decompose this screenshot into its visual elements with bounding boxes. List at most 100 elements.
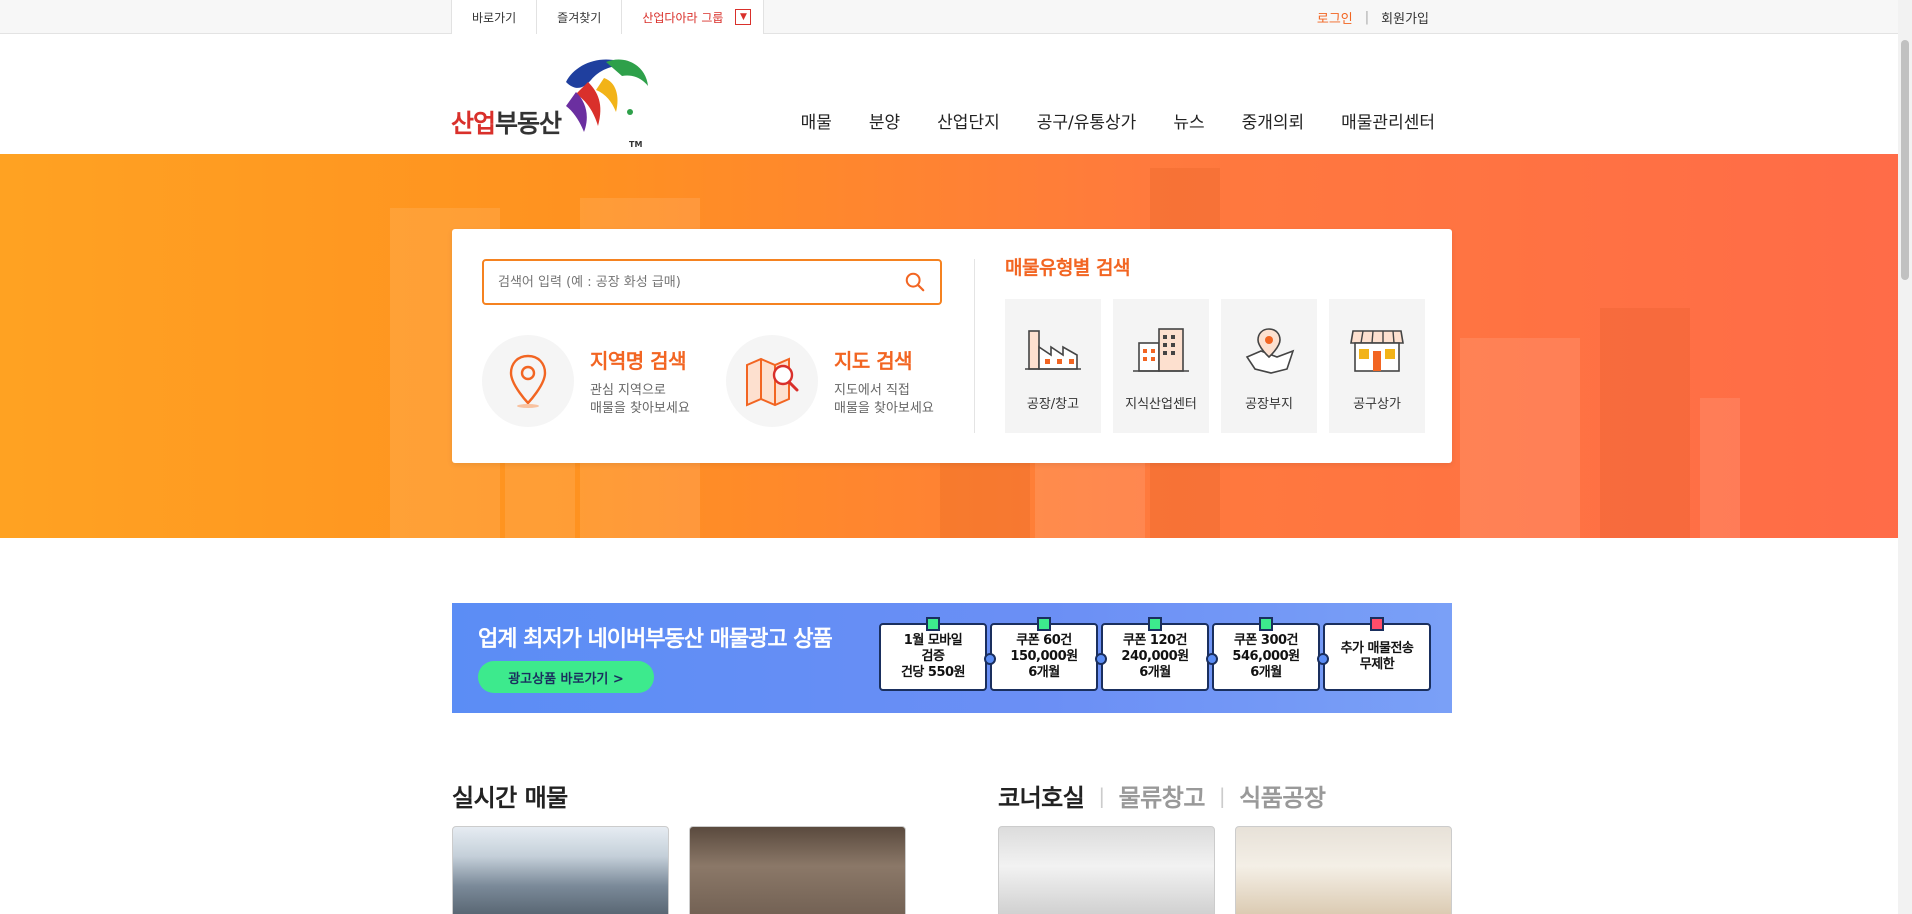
topbar-left-menu: 바로가기 즐겨찾기 산업다아라 그룹 ▼ xyxy=(451,0,765,34)
shortcut-label: 바로가기 xyxy=(472,10,517,25)
coupon-card: 추가 매물전송 무제한 xyxy=(1317,617,1431,691)
logo-emblem-icon xyxy=(566,59,648,132)
featured-tabs: 코너호실 | 물류창고 | 식품공장 xyxy=(998,778,1326,813)
hero-building xyxy=(1460,338,1580,538)
banner-title: 업계 최저가 네이버부동산 매물광고 상품 xyxy=(478,627,833,652)
logo-text-dark: 부동산 xyxy=(495,109,562,138)
type-search-list: 공장/창고 지식산업센터 공장부지 공구상가 xyxy=(1005,299,1425,433)
region-search-text: 지역명 검색 관심 지역으로 매물을 찾아보세요 xyxy=(590,345,690,418)
coupon-text: 쿠폰 120건 240,000원 6개월 xyxy=(1121,633,1189,680)
flag-icon xyxy=(1259,617,1273,631)
nav-item-listing-center[interactable]: 매물관리센터 xyxy=(1341,108,1435,133)
location-pin-icon xyxy=(509,354,547,408)
coupon-card: 쿠폰 60건 150,000원 6개월 xyxy=(984,617,1098,691)
ad-banner[interactable]: 업계 최저가 네이버부동산 매물광고 상품 광고상품 바로가기 > 1월 모바일… xyxy=(452,603,1452,713)
type-factory-label: 공장/창고 xyxy=(1026,397,1080,412)
coupon-text: 쿠폰 60건 150,000원 6개월 xyxy=(1010,633,1078,680)
map-search-desc: 지도에서 직접 xyxy=(834,382,910,398)
topbar-account-menu: 로그인 | 회원가입 xyxy=(1317,0,1429,34)
nav-item-listings[interactable]: 매물 xyxy=(801,108,832,133)
type-knowledge-industry-center[interactable]: 지식산업센터 xyxy=(1113,299,1209,433)
chevron-down-icon[interactable]: ▼ xyxy=(735,9,752,25)
tab-separator: | xyxy=(1098,783,1105,808)
land-pin-icon xyxy=(1245,328,1295,374)
flag-icon xyxy=(1370,617,1384,631)
coupon-text: 추가 매물전송 무제한 xyxy=(1340,641,1414,672)
map-search-title: 지도 검색 xyxy=(834,348,913,373)
logo-text: 산업부동산 xyxy=(451,104,562,140)
type-factory-warehouse[interactable]: 공장/창고 xyxy=(1005,299,1101,433)
search-box xyxy=(482,259,942,305)
card-divider xyxy=(974,259,975,433)
topbar-separator: | xyxy=(1364,9,1370,25)
connector-dot xyxy=(1317,653,1329,665)
scrollbar-thumb[interactable] xyxy=(1901,40,1909,280)
office-building-icon xyxy=(1133,328,1189,372)
group-dropdown[interactable]: 산업다아라 그룹 ▼ xyxy=(621,0,765,34)
flag-icon xyxy=(1037,617,1051,631)
factory-icon xyxy=(1025,330,1081,370)
search-icon[interactable] xyxy=(904,271,926,293)
tab-food-factory[interactable]: 식품공장 xyxy=(1239,778,1326,813)
hero-building xyxy=(1700,398,1740,538)
coupon-text: 1월 모바일 검증 건당 550원 xyxy=(900,633,966,680)
coupon-text: 쿠폰 300건 546,000원 6개월 xyxy=(1232,633,1300,680)
coupon-list: 1월 모바일 검증 건당 550원 쿠폰 60건 150,000원 6개월 쿠폰… xyxy=(879,617,1431,691)
type-factory-site-label: 공장부지 xyxy=(1245,397,1293,412)
tab-separator: | xyxy=(1218,783,1226,808)
search-card: 지역명 검색 관심 지역으로 매물을 찾아보세요 지도 검색 지도에서 직접 매… xyxy=(452,229,1452,463)
map-search-text: 지도 검색 지도에서 직접 매물을 찾아보세요 xyxy=(834,345,934,418)
map-search-circle xyxy=(726,335,818,427)
nav-item-news[interactable]: 뉴스 xyxy=(1173,108,1204,133)
coupon-card: 쿠폰 120건 240,000원 6개월 xyxy=(1095,617,1209,691)
region-search-title: 지역명 검색 xyxy=(590,348,686,373)
hero-building xyxy=(1600,308,1690,538)
connector-dot xyxy=(1095,653,1107,665)
listing-thumbnail[interactable] xyxy=(1235,826,1452,914)
login-link[interactable]: 로그인 xyxy=(1317,8,1353,27)
type-search-title: 매물유형별 검색 xyxy=(1005,257,1130,279)
region-search-desc: 매물을 찾아보세요 xyxy=(590,400,690,416)
shortcut-link[interactable]: 바로가기 xyxy=(451,0,537,34)
connector-dot xyxy=(1206,653,1218,665)
site-header: 산업부동산 TM 매물 분양 산업단지 공구/유통상가 뉴스 중개의뢰 매물관리… xyxy=(0,34,1912,154)
listing-thumbnail[interactable] xyxy=(998,826,1215,914)
nav-item-tool-mall[interactable]: 공구/유통상가 xyxy=(1037,108,1137,133)
site-logo[interactable]: 산업부동산 TM xyxy=(451,52,661,152)
nav-item-brokerage-request[interactable]: 중개의뢰 xyxy=(1242,108,1305,133)
coupon-card: 쿠폰 300건 546,000원 6개월 xyxy=(1206,617,1320,691)
coupon-card: 1월 모바일 검증 건당 550원 xyxy=(879,617,987,691)
type-tool-shop[interactable]: 공구상가 xyxy=(1329,299,1425,433)
map-search-button[interactable]: 지도 검색 지도에서 직접 매물을 찾아보세요 xyxy=(726,335,934,427)
banner-cta-button[interactable]: 광고상품 바로가기 > xyxy=(478,661,654,693)
storefront-icon xyxy=(1350,330,1404,372)
flag-icon xyxy=(1148,617,1162,631)
signup-link[interactable]: 회원가입 xyxy=(1381,8,1429,27)
tab-corner-unit[interactable]: 코너호실 xyxy=(998,778,1085,813)
type-factory-site[interactable]: 공장부지 xyxy=(1221,299,1317,433)
region-search-button[interactable]: 지역명 검색 관심 지역으로 매물을 찾아보세요 xyxy=(482,335,690,427)
bookmark-link[interactable]: 즐겨찾기 xyxy=(536,0,622,34)
page-scrollbar[interactable] xyxy=(1898,0,1912,914)
tab-logistics-warehouse[interactable]: 물류창고 xyxy=(1119,778,1206,813)
flag-icon xyxy=(926,617,940,631)
group-dropdown-label: 산업다아라 그룹 xyxy=(642,10,724,25)
logo-text-red: 산업 xyxy=(451,109,496,138)
type-knowledge-center-label: 지식산업센터 xyxy=(1125,397,1197,412)
search-input[interactable] xyxy=(498,274,904,290)
listing-thumbnail[interactable] xyxy=(452,826,669,914)
realtime-listings-title: 실시간 매물 xyxy=(452,784,568,812)
connector-dot xyxy=(984,653,996,665)
logo-trademark: TM xyxy=(629,140,643,149)
top-utility-bar: 바로가기 즐겨찾기 산업다아라 그룹 ▼ 로그인 | 회원가입 xyxy=(0,0,1912,34)
main-nav: 매물 분양 산업단지 공구/유통상가 뉴스 중개의뢰 매물관리센터 xyxy=(801,108,1435,133)
nav-item-presale[interactable]: 분양 xyxy=(869,108,900,133)
map-search-desc: 매물을 찾아보세요 xyxy=(834,400,934,416)
bookmark-label: 즐겨찾기 xyxy=(557,10,602,25)
region-search-circle xyxy=(482,335,574,427)
type-tool-shop-label: 공구상가 xyxy=(1353,397,1401,412)
map-magnifier-icon xyxy=(746,357,799,407)
region-search-desc: 관심 지역으로 xyxy=(590,382,666,398)
nav-item-industrial-complex[interactable]: 산업단지 xyxy=(937,108,1000,133)
listing-thumbnail[interactable] xyxy=(689,826,906,914)
